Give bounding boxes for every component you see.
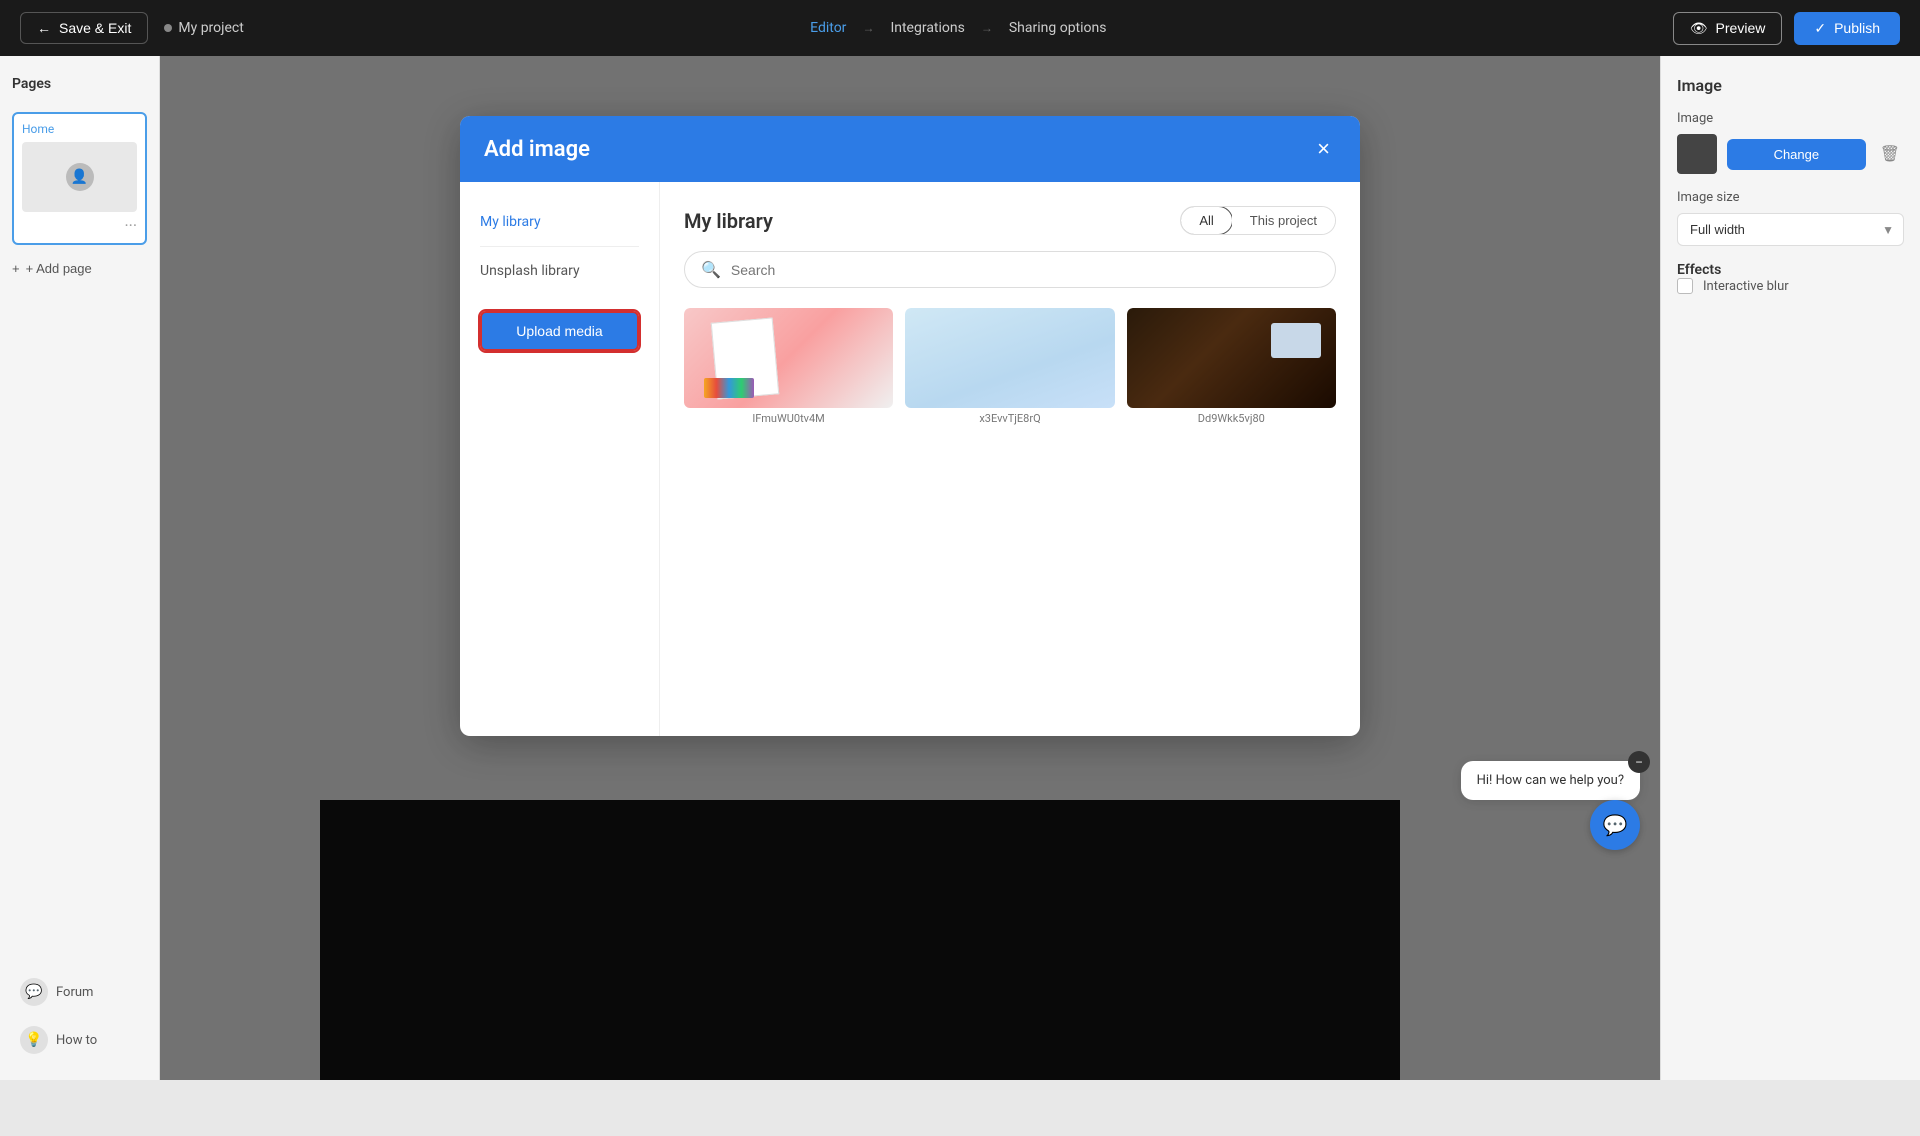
pages-title: Pages [12,76,147,92]
main-canvas[interactable]: Add image × My library Unsplash library [160,56,1660,1080]
nav-arrow-1: → [862,21,874,35]
blur-row: Interactive blur [1677,278,1904,294]
nav-arrow-2: → [981,21,993,35]
right-sidebar-title: Image [1677,76,1904,95]
forum-icon: 💬 [20,978,48,1006]
trash-icon: 🗑 [1880,146,1900,163]
chat-bubble: − Hi! How can we help you? [1461,761,1640,800]
publish-button[interactable]: ✓ Publish [1794,12,1900,45]
search-input[interactable] [731,262,1319,278]
forum-item[interactable]: 💬 Forum [12,972,147,1012]
image-card-3[interactable]: Dd9Wkk5vj80 [1127,308,1336,425]
image-section: Image Change 🗑 [1677,111,1904,174]
image-size-label: Image size [1677,190,1904,205]
change-image-button[interactable]: Change [1727,139,1866,170]
page-home-thumb[interactable]: Home 👤 ··· [12,112,147,245]
preview-button[interactable]: 👁 Preview [1673,12,1783,45]
modal-nav-mylibrary[interactable]: My library [480,206,639,238]
eye-icon: 👁 [1690,20,1708,37]
image-preview-row: Change 🗑 [1677,134,1904,174]
blur-label: Interactive blur [1703,279,1789,294]
image-size-select-wrapper: Full width ▼ [1677,213,1904,246]
modal-title: Add image [484,137,590,162]
top-nav: ← Save & Exit My project Editor → Integr… [0,0,1920,56]
filter-group: All This project [1180,206,1336,235]
filter-project-button[interactable]: This project [1232,207,1335,234]
image-card-2[interactable]: x3EvvTjE8rQ [905,308,1114,425]
image-card-1[interactable]: lFmuWU0tv4M [684,308,893,425]
image-label-2: x3EvvTjE8rQ [905,412,1114,425]
modal-close-button[interactable]: × [1311,136,1336,162]
image-section-label: Image [1677,111,1904,126]
preview-label: Preview [1716,20,1766,36]
search-icon: 🔍 [701,260,721,279]
nav-step-integrations[interactable]: Integrations [890,20,964,36]
messenger-icon: 💬 [1603,813,1628,838]
publish-label: Publish [1834,20,1880,36]
project-name-label: My project [178,20,243,36]
howto-icon: 💡 [20,1026,48,1054]
pink-book-image [684,308,893,408]
page-home-label: Home [22,122,137,136]
current-image-thumb [1677,134,1717,174]
right-sidebar: Image Image Change 🗑 Image size Full wid… [1660,56,1920,1080]
project-name-area: My project [164,20,243,36]
image-size-section: Image size Full width ▼ [1677,190,1904,246]
filter-all-button[interactable]: All [1180,206,1232,235]
dark-person-image [1127,308,1336,408]
image-thumb-1 [684,308,893,408]
page-options-dots[interactable]: ··· [22,216,137,235]
nav-step-editor[interactable]: Editor [810,20,846,36]
image-thumb-3 [1127,308,1336,408]
project-dot [164,24,172,32]
howto-item[interactable]: 💡 How to [12,1020,147,1060]
modal-body: My library Unsplash library Upload media… [460,182,1360,736]
delete-image-button[interactable]: 🗑 [1876,140,1904,168]
image-grid: lFmuWU0tv4M x3EvvTjE8rQ [684,308,1336,425]
library-title: My library [684,209,773,233]
save-exit-label: Save & Exit [59,20,131,36]
add-page-label: + Add page [26,261,92,276]
effects-title: Effects [1677,262,1904,278]
plus-icon: + [12,261,20,276]
chat-close-button[interactable]: − [1628,751,1650,773]
save-exit-button[interactable]: ← Save & Exit [20,12,148,44]
image-label-1: lFmuWU0tv4M [684,412,893,425]
user-icon: 👤 [71,169,88,185]
image-label-3: Dd9Wkk5vj80 [1127,412,1336,425]
modal-sidebar: My library Unsplash library Upload media [460,182,660,736]
blur-checkbox[interactable] [1677,278,1693,294]
nav-steps: Editor → Integrations → Sharing options [260,20,1657,36]
light-blue-image [905,308,1114,408]
modal-content-area: My library All This project 🔍 [660,182,1360,736]
modal-overlay[interactable]: Add image × My library Unsplash library [160,56,1660,1080]
library-header: My library All This project [684,206,1336,235]
chat-messenger-button[interactable]: 💬 [1590,800,1640,850]
add-page-button[interactable]: + + Add page [12,257,147,280]
chat-message: Hi! How can we help you? [1477,773,1624,788]
app-body: Pages Home 👤 ··· + + Add page 💬 Forum 💡 … [0,56,1920,1080]
upload-media-button[interactable]: Upload media [480,311,639,351]
left-sidebar: Pages Home 👤 ··· + + Add page 💬 Forum 💡 … [0,56,160,1080]
check-icon: ✓ [1814,20,1826,37]
howto-label: How to [56,1033,97,1048]
forum-label: Forum [56,985,93,1000]
image-thumb-2 [905,308,1114,408]
modal-header: Add image × [460,116,1360,182]
search-bar: 🔍 [684,251,1336,288]
nav-step-sharing[interactable]: Sharing options [1009,20,1107,36]
arrow-left-icon: ← [37,20,51,36]
image-size-select[interactable]: Full width [1677,213,1904,246]
nav-right: 👁 Preview ✓ Publish [1673,12,1900,45]
effects-section: Effects Interactive blur [1677,262,1904,294]
modal-nav-divider [480,246,639,247]
page-home-icon: 👤 [66,163,94,191]
modal-nav-unsplash[interactable]: Unsplash library [480,255,639,287]
page-preview-area: 👤 [22,142,137,212]
sidebar-bottom: 💬 Forum 💡 How to [12,972,147,1060]
add-image-modal: Add image × My library Unsplash library [460,116,1360,736]
